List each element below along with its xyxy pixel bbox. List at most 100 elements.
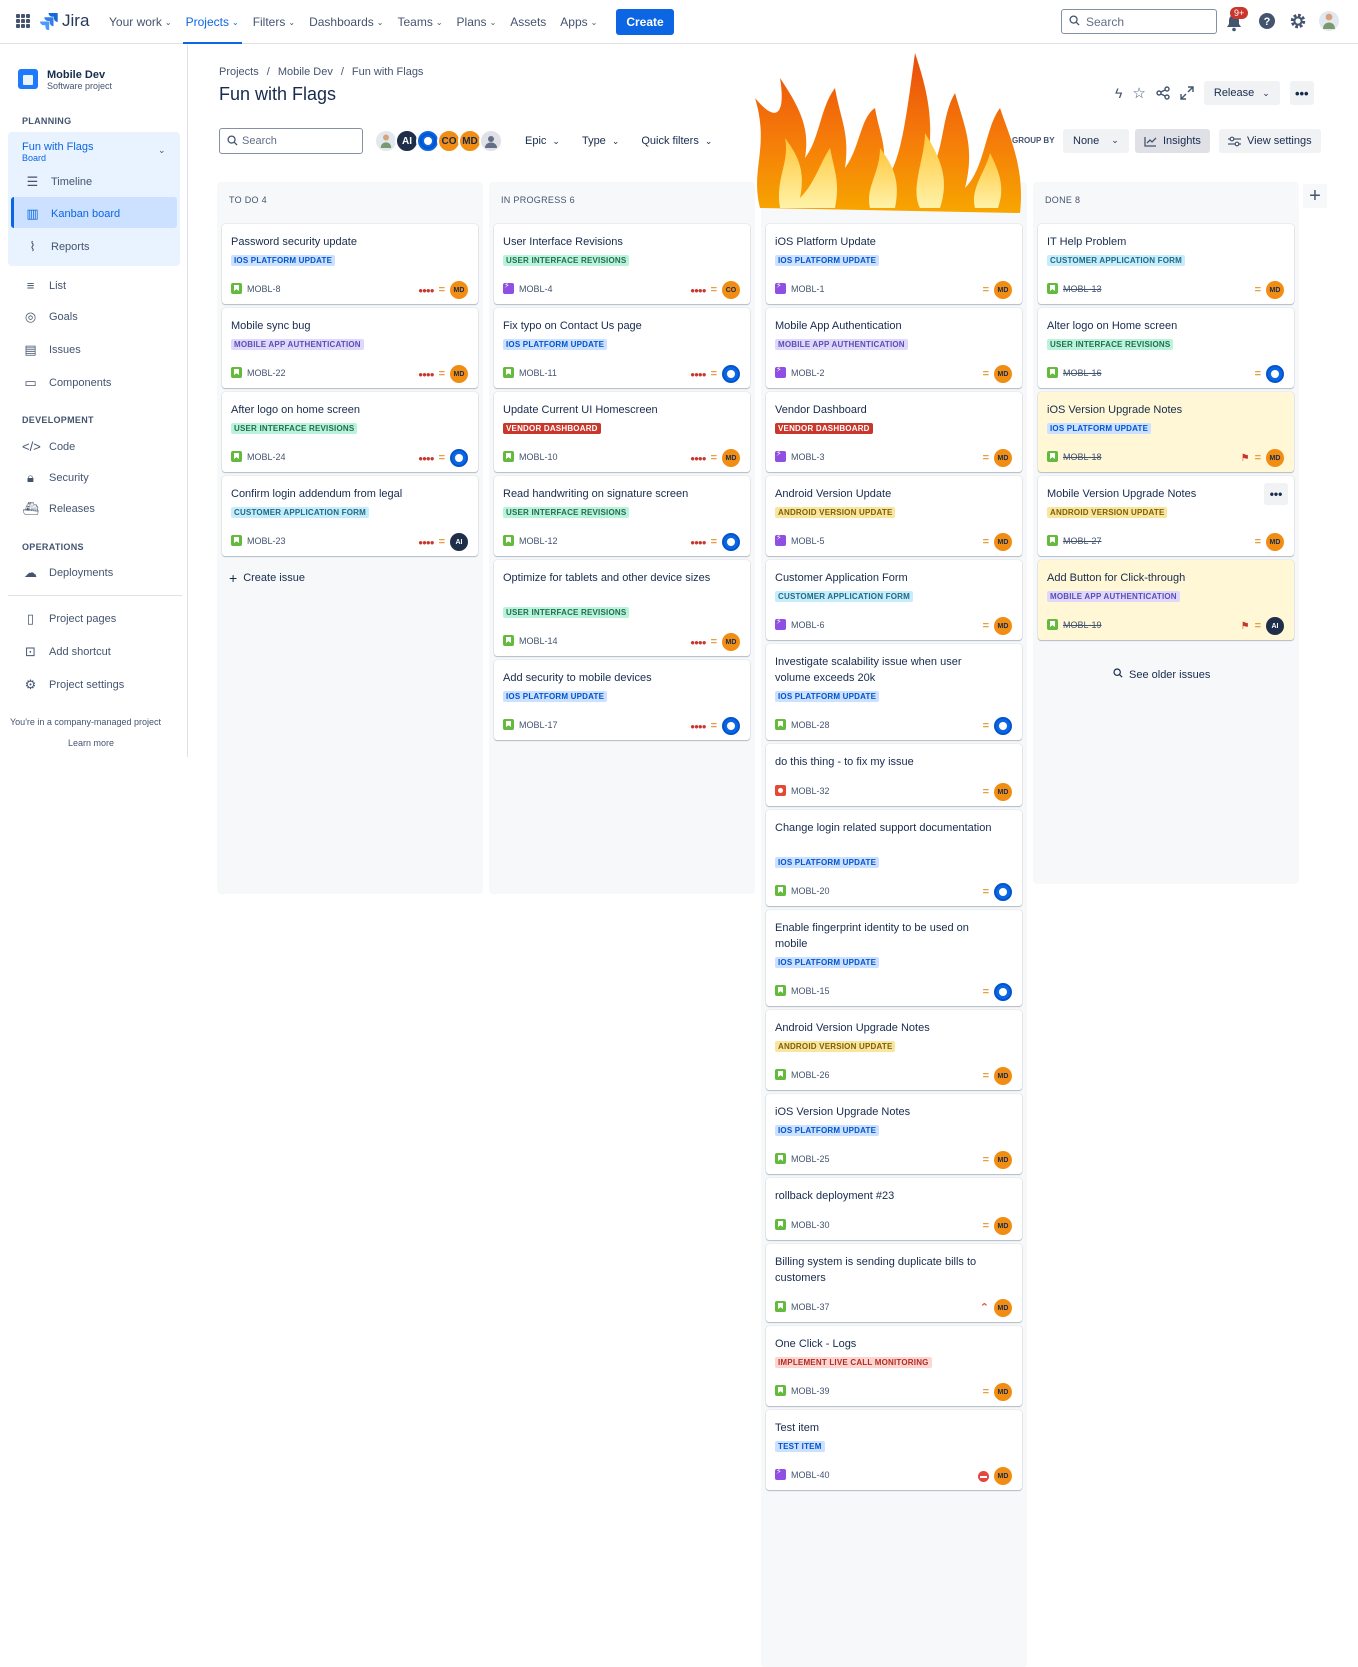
more-actions-button[interactable]: ••• [1289,81,1314,105]
issue-card[interactable]: Android Version Upgrade Notes ANDROID VER… [766,1010,1022,1090]
issue-key[interactable]: MOBL-24 [247,452,286,462]
issue-card[interactable]: Fix typo on Contact Us page IOS PLATFORM … [494,308,750,388]
notifications-button[interactable]: 9+ [1226,7,1249,32]
issue-key[interactable]: MOBL-17 [519,720,558,730]
card-more-button[interactable]: ••• [1264,483,1288,505]
issue-card[interactable]: IT Help Problem CUSTOMER APPLICATION FORM… [1038,224,1294,304]
issue-key[interactable]: MOBL-1 [791,284,825,294]
issue-key[interactable]: MOBL-20 [791,886,830,896]
issue-key[interactable]: MOBL-11 [519,368,557,378]
assignee-avatar[interactable]: MD [994,1151,1012,1169]
issue-card[interactable]: Mobile Version Upgrade Notes ANDROID VERS… [1038,476,1294,556]
assignee-avatar[interactable]: MD [994,1299,1012,1317]
sidebar-item-project-settings[interactable]: ⚙︎ Project settings [22,677,125,693]
assignee-avatar[interactable]: MD [1266,449,1284,467]
sidebar-item-deployments[interactable]: ☁︎ Deployments [22,565,113,581]
nav-dashboards[interactable]: Dashboards ⌄ [302,0,390,44]
nav-assets[interactable]: Assets [503,0,553,44]
issue-key[interactable]: MOBL-39 [791,1386,830,1396]
issue-key[interactable]: MOBL-18 [1063,452,1102,462]
breadcrumb-link[interactable]: Mobile Dev [278,66,333,78]
sidebar-item-add-shortcut[interactable]: ⊡ Add shortcut [22,644,111,660]
assignee-avatar[interactable]: MD [994,1067,1012,1085]
assignee-avatar[interactable]: MD [994,1467,1012,1485]
issue-card[interactable]: Android Version Update ANDROID VERSION UP… [766,476,1022,556]
issue-key[interactable]: MOBL-8 [247,284,281,294]
assignee-avatar[interactable]: MD [994,783,1012,801]
app-switcher-icon[interactable] [16,14,30,28]
project-header[interactable]: Mobile Dev Software project [18,69,112,91]
nav-apps[interactable]: Apps ⌄ [553,0,604,44]
issue-key[interactable]: MOBL-22 [247,368,286,378]
share-icon[interactable] [1156,86,1170,100]
issue-key[interactable]: MOBL-5 [791,536,825,546]
assignee-avatar[interactable]: AI [450,533,468,551]
type-filter[interactable]: Type ⌄ [582,135,619,147]
assignee-avatar[interactable]: MD [450,365,468,383]
assignee-avatar[interactable]: CO [722,281,740,299]
sidebar-item-goals[interactable]: ◎ Goals [22,309,78,325]
nav-projects[interactable]: Projects ⌄ [179,0,246,44]
star-icon[interactable]: ☆ [1132,84,1145,102]
issue-card[interactable]: Read handwriting on signature screen USER… [494,476,750,556]
assignee-avatar[interactable]: MD [994,617,1012,635]
issue-card[interactable]: Enable fingerprint identity to be used o… [766,910,1022,1006]
issue-key[interactable]: MOBL-15 [791,986,830,996]
assignee-avatar[interactable]: MD [994,1217,1012,1235]
board-selector[interactable]: Fun with Flags Board [22,141,94,163]
issue-card[interactable]: User Interface Revisions USER INTERFACE R… [494,224,750,304]
sidebar-item-kanban-board[interactable]: ▥ Kanban board [24,206,120,222]
issue-card[interactable]: Customer Application Form CUSTOMER APPLIC… [766,560,1022,640]
global-search-input[interactable]: Search [1061,9,1217,34]
issue-key[interactable]: MOBL-14 [519,636,558,646]
assignee-avatar[interactable]: MD [1266,533,1284,551]
issue-key[interactable]: MOBL-12 [519,536,558,546]
issue-card[interactable]: Add security to mobile devices IOS PLATFO… [494,660,750,740]
board-search-input[interactable]: Search [219,128,363,154]
create-button[interactable]: Create [616,9,674,35]
sidebar-item-project-pages[interactable]: ▯ Project pages [22,611,116,627]
insights-button[interactable]: Insights [1135,129,1210,153]
issue-card[interactable]: do this thing - to fix my issue MOBL-32 = M… [766,744,1022,806]
sidebar-item-issues[interactable]: ▤ Issues [22,342,80,358]
assignee-avatar[interactable] [722,533,740,551]
issue-card[interactable]: rollback deployment #23 MOBL-30 = MD [766,1178,1022,1240]
nav-teams[interactable]: Teams ⌄ [390,0,449,44]
assignee-avatar[interactable] [1266,365,1284,383]
sidebar-item-releases[interactable]: ⛴︎ Releases [22,501,95,517]
assignee-avatar[interactable] [722,717,740,735]
fullscreen-icon[interactable] [1180,86,1194,100]
issue-card[interactable]: Password security update IOS PLATFORM UPD… [222,224,478,304]
assignee-avatar[interactable] [994,717,1012,735]
issue-key[interactable]: MOBL-30 [791,1220,830,1230]
issue-key[interactable]: MOBL-25 [791,1154,830,1164]
issue-card[interactable]: Mobile sync bug MOBILE APP AUTHENTICATION… [222,308,478,388]
issue-key[interactable]: MOBL-3 [791,452,825,462]
jira-logo[interactable]: Jira [40,11,89,31]
sidebar-item-timeline[interactable]: ☰ Timeline [24,174,93,190]
issue-card[interactable]: One Click - Logs IMPLEMENT LIVE CALL MONI… [766,1326,1022,1406]
assignee-avatar[interactable]: MD [994,533,1012,551]
nav-plans[interactable]: Plans ⌄ [450,0,504,44]
view-settings-button[interactable]: View settings [1219,129,1321,153]
quick-filters[interactable]: Quick filters ⌄ [641,135,712,147]
automation-icon[interactable]: ϟ [1115,85,1122,101]
issue-key[interactable]: MOBL-6 [791,620,825,630]
group-by-select[interactable]: None ⌄ [1063,129,1129,153]
issue-card[interactable]: Optimize for tablets and other device si… [494,560,750,656]
sidebar-item-components[interactable]: ▭ Components [22,375,111,391]
avatar-unassigned[interactable] [479,129,503,153]
assignee-avatar[interactable] [450,449,468,467]
issue-card[interactable]: Billing system is sending duplicate bill… [766,1244,1022,1322]
issue-key[interactable]: MOBL-13 [1063,284,1102,294]
issue-key[interactable]: MOBL-28 [791,720,830,730]
assignee-avatar[interactable]: MD [722,633,740,651]
settings-button[interactable] [1288,11,1308,31]
see-older-issues-button[interactable]: See older issues [1113,668,1210,681]
issue-card[interactable]: Confirm login addendum from legal CUSTOME… [222,476,478,556]
issue-key[interactable]: MOBL-40 [791,1470,830,1480]
issue-key[interactable]: MOBL-19 [1063,620,1102,630]
help-button[interactable]: ? [1257,11,1277,31]
issue-card[interactable]: iOS Version Upgrade Notes IOS PLATFORM UP… [1038,392,1294,472]
assignee-avatar[interactable] [994,983,1012,1001]
